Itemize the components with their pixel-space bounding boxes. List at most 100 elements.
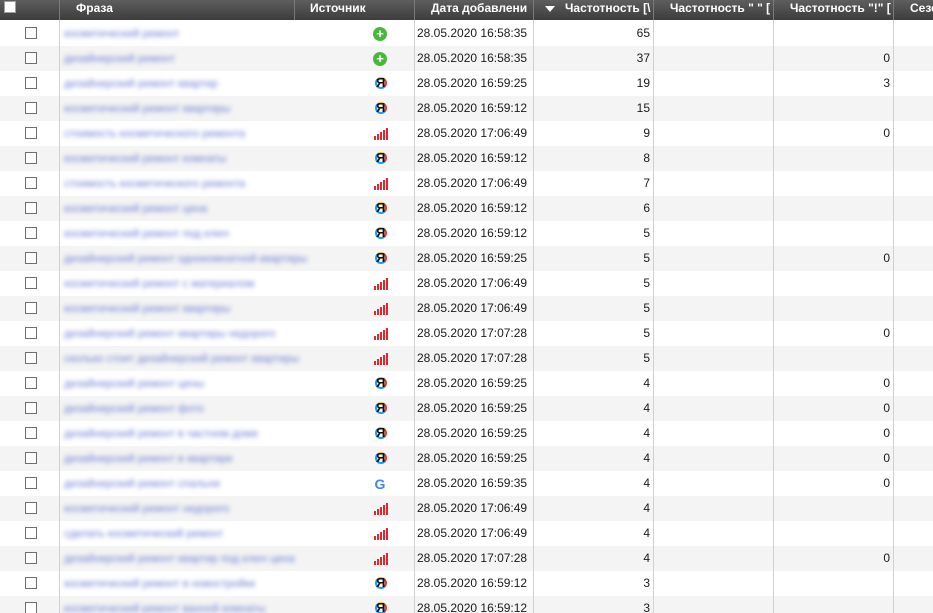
frequency-cell: 9 — [643, 126, 650, 140]
phrase-cell[interactable]: дизайнерский ремонт квартиры недорого — [64, 327, 275, 341]
row-checkbox[interactable] — [25, 452, 37, 464]
row-checkbox[interactable] — [25, 477, 37, 489]
date-added-cell: 28.05.2020 17:06:49 — [417, 126, 528, 140]
column-header-frequency-quotes[interactable]: Частотность " " [ — [654, 0, 774, 20]
phrase-cell[interactable]: косметический ремонт с материалом — [64, 277, 254, 291]
column-header-date[interactable]: Дата добавлени — [415, 0, 534, 20]
phrase-cell[interactable]: косметический ремонт под ключ — [64, 227, 229, 241]
table-row[interactable]: косметический ремонт ванной комнаты Я 28.0… — [0, 596, 933, 613]
table-row[interactable]: дизайнерский ремонт цены Я 28.05.2020 16:5… — [0, 371, 933, 396]
table-row[interactable]: дизайнерский ремонт спальни G 28.05.2020 1… — [0, 471, 933, 496]
row-checkbox[interactable] — [25, 277, 37, 289]
phrase-cell[interactable]: дизайнерский ремонт — [64, 52, 175, 66]
table-row[interactable]: косметический ремонт с материалом 28.05.2… — [0, 271, 933, 296]
row-checkbox[interactable] — [25, 602, 37, 613]
phrase-cell[interactable]: косметический ремонт комнаты — [64, 152, 226, 166]
phrase-cell[interactable]: сколько стоит дизайнерский ремонт кварти… — [64, 352, 299, 366]
frequency-exclamation-cell — [776, 596, 890, 613]
phrase-cell[interactable]: сделать косметический ремонт — [64, 527, 223, 541]
phrase-cell[interactable]: дизайнерский ремонт фото — [64, 402, 204, 416]
phrase-cell[interactable]: косметический ремонт квартиры — [64, 302, 230, 316]
row-checkbox[interactable] — [25, 152, 37, 164]
table-row[interactable]: стоимость косметического ремонта 28.05.20… — [0, 171, 933, 196]
table-row[interactable]: косметический ремонт недорого 28.05.2020 … — [0, 496, 933, 521]
table-row[interactable]: дизайнерский ремонт квартир под ключ цен… — [0, 546, 933, 571]
row-checkbox[interactable] — [25, 577, 37, 589]
column-header-source[interactable]: Источник — [295, 0, 415, 20]
source-cell: + — [372, 51, 388, 67]
row-checkbox[interactable] — [25, 177, 37, 189]
table-row[interactable]: дизайнерский ремонт квартиры недорого 28.… — [0, 321, 933, 346]
row-checkbox[interactable] — [25, 502, 37, 514]
row-checkbox[interactable] — [25, 427, 37, 439]
column-header-phrase[interactable]: Фраза — [60, 0, 295, 20]
date-added-cell: 28.05.2020 16:59:25 — [417, 426, 528, 440]
row-checkbox[interactable] — [25, 377, 37, 389]
phrase-cell[interactable]: стоимость косметического ремонта — [64, 127, 245, 141]
phrase-cell[interactable]: стоимость косметического ремонта — [64, 177, 245, 191]
phrase-cell[interactable]: косметический ремонт ванной комнаты — [64, 602, 265, 613]
row-checkbox[interactable] — [25, 302, 37, 314]
table-row[interactable]: косметический ремонт комнаты Я 28.05.2020 … — [0, 146, 933, 171]
frequency-exclamation-cell — [776, 496, 890, 521]
phrase-cell[interactable]: дизайнерский ремонт квартир под ключ цен… — [64, 552, 295, 566]
table-row[interactable]: сколько стоит дизайнерский ремонт кварти… — [0, 346, 933, 371]
phrase-cell[interactable]: дизайнерский ремонт в частном доме — [64, 427, 258, 441]
table-row[interactable]: косметический ремонт +28.05.2020 16:58:35… — [0, 21, 933, 46]
phrase-cell[interactable]: косметический ремонт недорого — [64, 502, 229, 516]
phrase-cell[interactable]: косметический ремонт в новостройке — [64, 577, 256, 591]
date-added-cell: 28.05.2020 16:58:35 — [417, 26, 528, 40]
table-row[interactable]: дизайнерский ремонт в квартире Я 28.05.202… — [0, 446, 933, 471]
yandex-letter-icon: Я — [376, 600, 386, 613]
column-header-frequency[interactable]: Частотность [\ — [534, 0, 654, 20]
phrase-cell[interactable]: дизайнерский ремонт квартир — [64, 77, 218, 91]
row-checkbox[interactable] — [25, 27, 37, 39]
row-checkbox[interactable] — [25, 102, 37, 114]
frequency-cell: 4 — [643, 401, 650, 415]
phrase-cell[interactable]: дизайнерский ремонт цены — [64, 377, 204, 391]
column-header-frequency-exclamation[interactable]: Частотность "!" [ — [774, 0, 894, 20]
select-all-checkbox[interactable] — [4, 1, 16, 13]
row-checkbox[interactable] — [25, 127, 37, 139]
source-cell — [372, 301, 388, 317]
frequency-cell: 4 — [643, 476, 650, 490]
row-checkbox[interactable] — [25, 77, 37, 89]
table-row[interactable]: дизайнерский ремонт однокомнатной кварти… — [0, 246, 933, 271]
row-checkbox[interactable] — [25, 352, 37, 364]
frequency-cell: 3 — [643, 601, 650, 613]
table-row[interactable]: косметический ремонт в новостройке Я 28.05… — [0, 571, 933, 596]
table-row[interactable]: косметический ремонт квартиры 28.05.2020 … — [0, 296, 933, 321]
date-added-cell: 28.05.2020 16:59:12 — [417, 226, 528, 240]
table-row[interactable]: косметический ремонт квартиры Я 28.05.2020… — [0, 96, 933, 121]
phrase-cell[interactable]: косметический ремонт — [64, 27, 180, 41]
row-checkbox[interactable] — [25, 327, 37, 339]
table-row[interactable]: косметический ремонт под ключ Я 28.05.2020… — [0, 221, 933, 246]
phrase-cell[interactable]: косметический ремонт цена — [64, 202, 207, 216]
row-checkbox[interactable] — [25, 252, 37, 264]
phrase-cell[interactable]: дизайнерский ремонт спальни — [64, 477, 220, 491]
row-checkbox[interactable] — [25, 527, 37, 539]
frequency-cell: 4 — [643, 526, 650, 540]
row-checkbox[interactable] — [25, 202, 37, 214]
row-checkbox[interactable] — [25, 227, 37, 239]
phrase-cell[interactable]: дизайнерский ремонт в квартире — [64, 452, 233, 466]
frequency-cell: 5 — [643, 251, 650, 265]
date-added-cell: 28.05.2020 16:59:35 — [417, 476, 528, 490]
table-row[interactable]: дизайнерский ремонт в частном доме Я 28.05… — [0, 421, 933, 446]
yandex-letter-icon: Я — [376, 375, 386, 390]
table-row[interactable]: дизайнерский ремонт квартир Я 28.05.2020 1… — [0, 71, 933, 96]
row-checkbox[interactable] — [25, 52, 37, 64]
table-row[interactable]: сделать косметический ремонт 28.05.2020 1… — [0, 521, 933, 546]
table-row[interactable]: стоимость косметического ремонта 28.05.20… — [0, 121, 933, 146]
phrase-cell[interactable]: дизайнерский ремонт однокомнатной кварти… — [64, 252, 307, 266]
row-checkbox[interactable] — [25, 402, 37, 414]
table-row[interactable]: косметический ремонт цена Я 28.05.2020 16:… — [0, 196, 933, 221]
source-cell: Я — [372, 375, 388, 392]
column-header-season[interactable]: Сезо — [894, 0, 933, 20]
phrase-cell[interactable]: косметический ремонт квартиры — [64, 102, 230, 116]
source-cell: Я — [372, 75, 388, 92]
row-checkbox[interactable] — [25, 552, 37, 564]
table-row[interactable]: дизайнерский ремонт +28.05.2020 16:58:35 3… — [0, 46, 933, 71]
table-row[interactable]: дизайнерский ремонт фото Я 28.05.2020 16:5… — [0, 396, 933, 421]
frequency-exclamation-cell: 3 — [883, 76, 890, 90]
